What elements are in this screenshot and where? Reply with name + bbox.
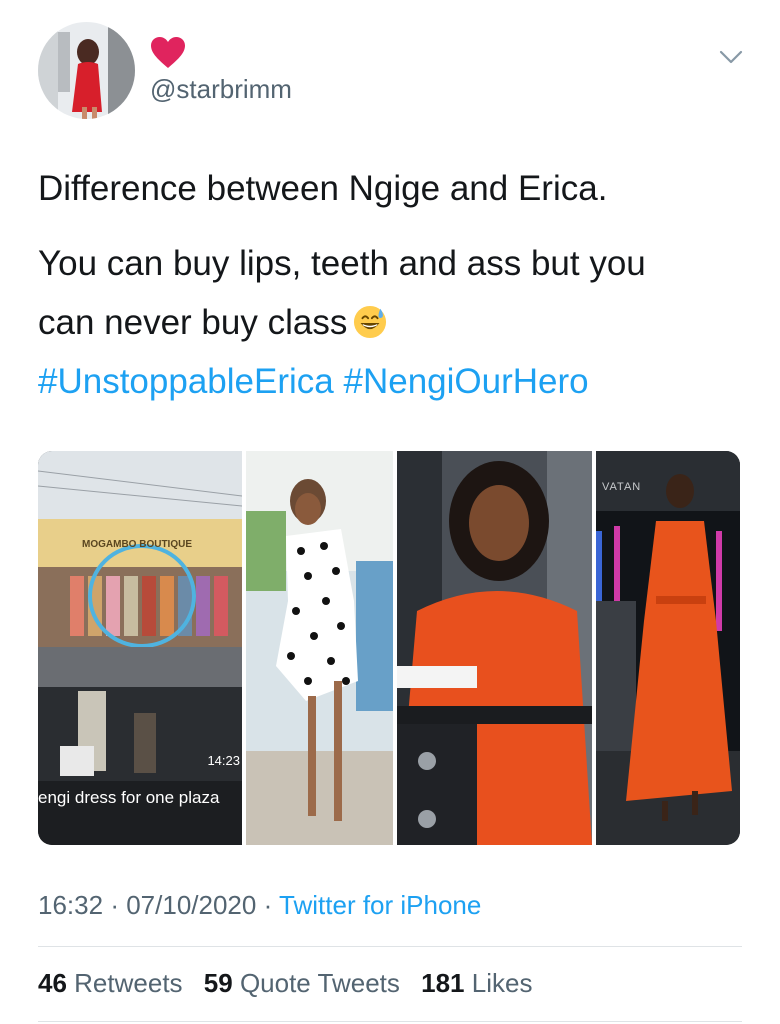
photo-runway-image — [596, 451, 740, 845]
photo-boutique-image — [38, 451, 242, 845]
hashtag-nengi-our-hero[interactable]: #NengiOurHero — [343, 362, 588, 401]
chevron-down-icon[interactable] — [716, 44, 746, 70]
likes-label: Likes — [471, 968, 533, 998]
tweet-stats: 46 Retweets 59 Quote Tweets 181 Likes — [38, 968, 546, 999]
likes-count: 181 — [421, 968, 465, 998]
photo-runway[interactable]: VATAN — [596, 451, 740, 845]
quotes-label: Quote Tweets — [239, 968, 400, 998]
heart-icon — [151, 37, 185, 68]
hashtags: #UnstoppableErica #NengiOurHero — [38, 361, 589, 403]
tweet-time[interactable]: 16:32 — [38, 890, 103, 920]
runway-sign: VATAN — [602, 481, 642, 493]
divider-top — [38, 946, 742, 947]
quotes-count: 59 — [203, 968, 233, 998]
tweet-source-link[interactable]: Twitter for iPhone — [279, 890, 481, 920]
tweet-date[interactable]: 07/10/2020 — [126, 890, 256, 920]
tweet-text-line-3: can never buy class — [38, 302, 387, 344]
photo-orange-blouse-image — [397, 451, 592, 845]
hashtag-unstoppable-erica[interactable]: #UnstoppableErica — [38, 362, 334, 401]
photo-polka-dress[interactable] — [246, 451, 393, 845]
avatar[interactable] — [38, 22, 135, 119]
tweet-meta: 16:32 · 07/10/2020 · Twitter for iPhone — [38, 890, 481, 921]
store-sign: MOGAMBO BOUTIQUE — [82, 539, 192, 550]
tweet-text-line-2: You can buy lips, teeth and ass but you — [38, 244, 646, 283]
photo-orange-blouse[interactable] — [397, 451, 592, 845]
video-caption: engi dress for one plaza — [38, 788, 220, 807]
meta-separator-1: · — [110, 890, 119, 920]
tweet-text-line-3-content: can never buy class — [38, 303, 348, 342]
likes-stat[interactable]: 181 Likes — [421, 968, 532, 998]
tweet-text-line-1: Difference between Ngige and Erica. — [38, 169, 608, 208]
avatar-image — [38, 22, 135, 119]
media-grid: MOGAMBO BOUTIQUE 14:23 engi dress for on… — [38, 451, 740, 845]
author-handle[interactable]: @starbrimm — [150, 74, 292, 105]
divider-bottom — [38, 1021, 742, 1022]
retweets-stat[interactable]: 46 Retweets — [38, 968, 183, 998]
retweets-label: Retweets — [74, 968, 183, 998]
quote-tweets-stat[interactable]: 59 Quote Tweets — [204, 968, 400, 998]
meta-separator-2: · — [263, 890, 273, 920]
photo-boutique[interactable]: MOGAMBO BOUTIQUE 14:23 engi dress for on… — [38, 451, 242, 845]
retweets-count: 46 — [38, 968, 67, 998]
sweat-smile-emoji — [354, 305, 387, 339]
video-time: 14:23 — [207, 753, 240, 768]
photo-polka-dress-image — [246, 451, 393, 845]
